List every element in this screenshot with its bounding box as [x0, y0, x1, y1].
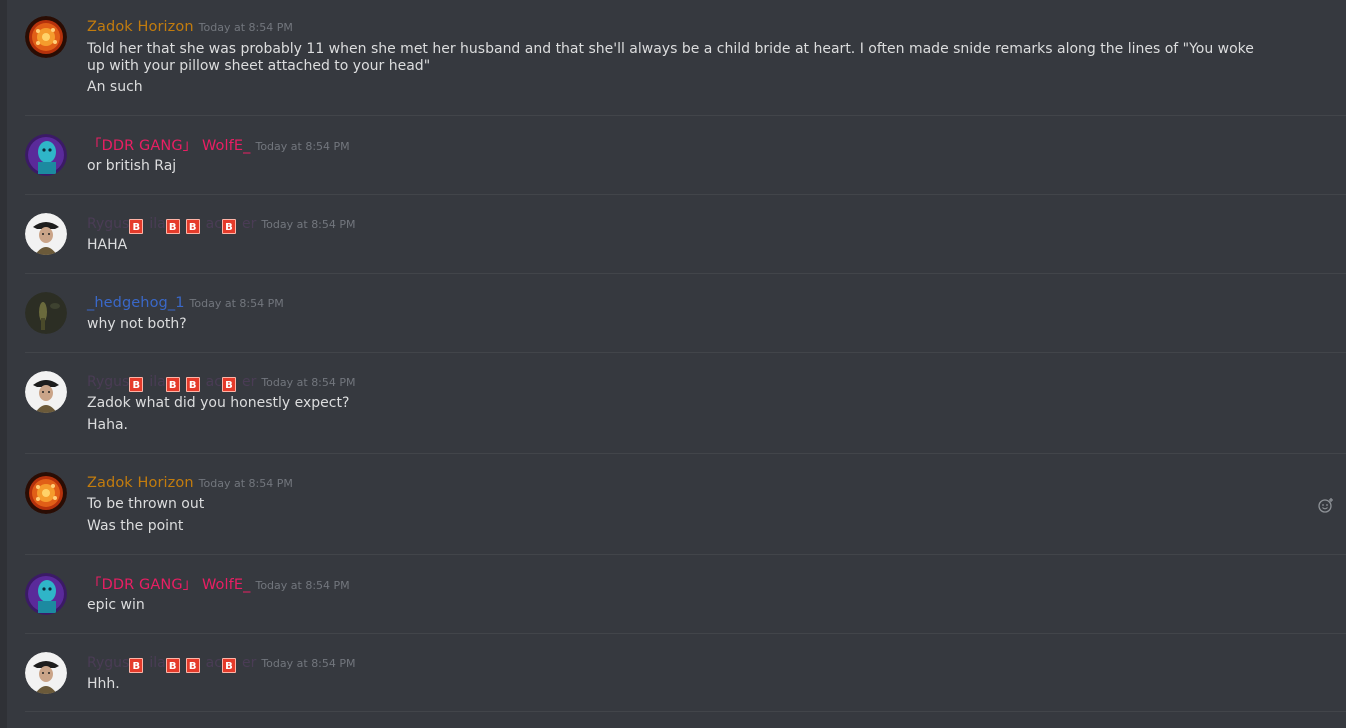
- message-text: HAHA: [87, 237, 128, 253]
- username-fragment[interactable]: Rygus: [87, 374, 129, 390]
- message-text: Hhh.: [87, 676, 120, 692]
- message-text: Was the point: [87, 518, 184, 534]
- username-fragment[interactable]: Rygus: [87, 655, 129, 671]
- username-fragment[interactable]: Rygus: [87, 216, 129, 232]
- chat-message-list: Zadok Horizon Today at 8:54 PM Told her t…: [7, 0, 1346, 728]
- timestamp: Today at 8:54 PM: [255, 579, 350, 592]
- username-fragment[interactable]: ila: [149, 374, 165, 390]
- message-header: _hedgehog_1 Today at 8:54 PM: [87, 292, 284, 312]
- b-emoji-icon: B: [221, 219, 236, 234]
- avatar[interactable]: [25, 134, 67, 176]
- message-group: 「DDR GANG」 WolfE_ Today at 8:54 PM epic w…: [25, 573, 1346, 634]
- message-group: _hedgehog_1 Today at 8:54 PM why not both…: [25, 292, 1346, 353]
- avatar[interactable]: [25, 371, 67, 413]
- message-group: Rygus Bila B Bac Ber Today at 8:54 PM HAHA: [25, 213, 1346, 274]
- b-emoji-icon: B: [221, 377, 236, 392]
- message-header: Rygus Bila B Bac Ber Today at 8:54 PM: [87, 213, 356, 234]
- message-header: Zadok Horizon Today at 8:54 PM: [87, 472, 293, 492]
- username[interactable]: 「DDR GANG」 WolfE_: [87, 577, 250, 593]
- message-text: To be thrown out: [87, 496, 205, 512]
- b-emoji-icon: B: [129, 658, 144, 673]
- b-emoji-icon: B: [185, 219, 200, 234]
- b-emoji-icon: B: [165, 219, 180, 234]
- avatar[interactable]: [25, 472, 67, 514]
- username-fragment[interactable]: er: [242, 216, 256, 232]
- b-emoji-icon: B: [185, 377, 200, 392]
- message-text: or british Raj: [87, 158, 177, 174]
- message-group: Zadok Horizon Today at 8:54 PM Told her t…: [25, 16, 1346, 116]
- username[interactable]: _hedgehog_1: [87, 295, 185, 311]
- username[interactable]: 「DDR GANG」 WolfE_: [87, 138, 250, 154]
- timestamp: Today at 8:54 PM: [261, 376, 356, 389]
- message-text: Zadok what did you honestly expect?: [87, 395, 350, 411]
- b-emoji-icon: B: [221, 658, 236, 673]
- message-header: 「DDR GANG」 WolfE_ Today at 8:54 PM: [87, 573, 350, 593]
- avatar[interactable]: [25, 16, 67, 58]
- message-text: epic win: [87, 597, 145, 613]
- message-group: Rygus Bila B Bac Ber Today at 8:54 PM Hhh.: [25, 652, 1346, 712]
- message-header: 「DDR GANG」 WolfE_ Today at 8:54 PM: [87, 134, 350, 154]
- message-text: Told her that she was probably 11 when s…: [87, 41, 1254, 74]
- timestamp: Today at 8:54 PM: [198, 477, 293, 490]
- avatar[interactable]: [25, 652, 67, 694]
- username-fragment[interactable]: ila: [149, 216, 165, 232]
- b-emoji-icon: B: [129, 377, 144, 392]
- username-fragment[interactable]: er: [242, 655, 256, 671]
- message-text: An such: [87, 79, 143, 95]
- username-fragment[interactable]: ac: [206, 374, 222, 390]
- message-group: Zadok Horizon Today at 8:54 PM To be thro…: [25, 472, 1346, 555]
- username[interactable]: Zadok Horizon: [87, 19, 194, 35]
- message-text: Haha.: [87, 417, 129, 433]
- left-edge-bar: [0, 0, 7, 728]
- avatar[interactable]: [25, 573, 67, 615]
- username-fragment[interactable]: er: [242, 374, 256, 390]
- b-emoji-icon: B: [165, 658, 180, 673]
- username-fragment[interactable]: ac: [206, 655, 222, 671]
- message-header: Rygus Bila B Bac Ber Today at 8:54 PM: [87, 371, 356, 392]
- username[interactable]: Zadok Horizon: [87, 475, 194, 491]
- message-group: Rygus Bila B Bac Ber Today at 8:54 PM Zadok w…: [25, 371, 1346, 454]
- timestamp: Today at 8:54 PM: [261, 657, 356, 670]
- timestamp: Today at 8:54 PM: [198, 21, 293, 34]
- message-group: 「DDR GANG」 WolfE_ Today at 8:54 PM or bri…: [25, 134, 1346, 195]
- timestamp: Today at 8:54 PM: [261, 218, 356, 231]
- message-text: why not both?: [87, 316, 187, 332]
- b-emoji-icon: B: [129, 219, 144, 234]
- message-header: Zadok Horizon Today at 8:54 PM: [87, 16, 293, 36]
- b-emoji-icon: B: [165, 377, 180, 392]
- timestamp: Today at 8:54 PM: [189, 297, 284, 310]
- avatar[interactable]: [25, 292, 67, 334]
- username-fragment[interactable]: ila: [149, 655, 165, 671]
- add-reaction-icon[interactable]: [1318, 497, 1334, 513]
- b-emoji-icon: B: [185, 658, 200, 673]
- username-fragment[interactable]: ac: [206, 216, 222, 232]
- avatar[interactable]: [25, 213, 67, 255]
- message-header: Rygus Bila B Bac Ber Today at 8:54 PM: [87, 652, 356, 673]
- timestamp: Today at 8:54 PM: [255, 140, 350, 153]
